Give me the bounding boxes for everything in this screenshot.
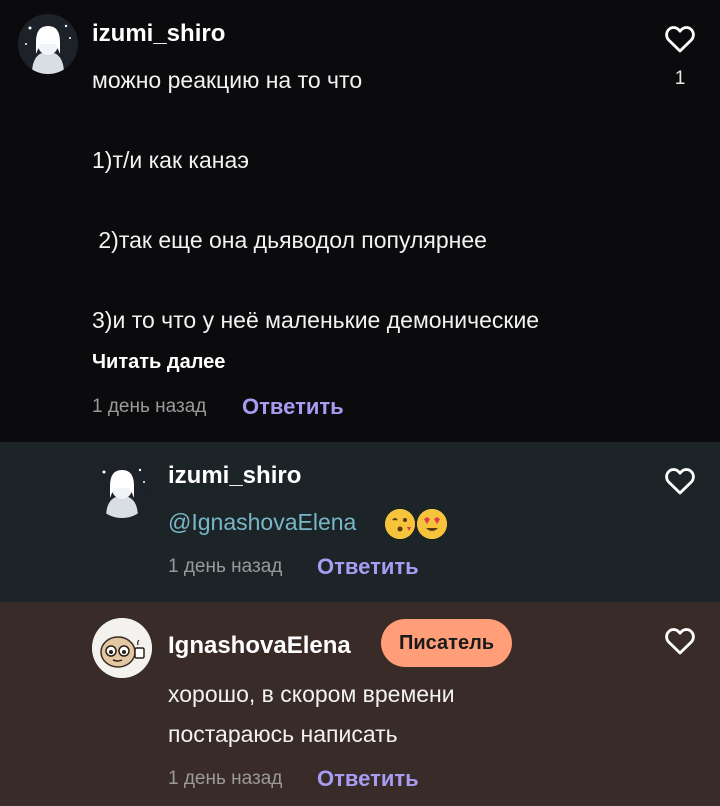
comment-3: IgnashovaElena Писатель хорошо, в скором… [0,602,720,806]
comment-text-line-5: 2)так еще она дьяводол популярнее [92,227,487,253]
username[interactable]: izumi_shiro [168,462,301,490]
kissing-heart-emoji [385,509,415,539]
heart-outline-icon[interactable] [663,22,697,56]
comment-text-line-1: хорошо, в скором времени [168,681,455,707]
username[interactable]: IgnashovaElena [168,632,351,660]
writer-badge: Писатель [381,619,513,667]
timestamp: 1 день назад [92,396,207,417]
heart-eyes-emoji [417,509,447,539]
timestamp: 1 день назад [168,768,283,789]
comment-text-line-1: можно реакцию на то что [92,67,363,93]
read-more-link[interactable]: Читать далее [92,351,225,374]
mention-link[interactable]: @IgnashovaElena [168,502,356,542]
reply-button[interactable]: Ответить [317,766,419,792]
comment-text-line-3: 1)т/и как канаэ [92,147,250,173]
username[interactable]: izumi_shiro [92,20,225,48]
avatar[interactable] [18,14,78,74]
heart-outline-icon[interactable] [663,464,697,498]
comment-text-line-7: 3)и то что у неё маленькие демонические [92,307,540,333]
avatar[interactable] [92,618,152,678]
comment-text-line-2: постараюсь написать [168,721,398,747]
avatar[interactable] [92,458,152,518]
timestamp: 1 день назад [168,556,283,577]
comment-1: izumi_shiro 1 можно реакцию на то что 1)… [0,0,720,442]
heart-outline-icon[interactable] [663,624,697,658]
comment-2: izumi_shiro @IgnashovaElena 1 день назад… [0,442,720,602]
reply-button[interactable]: Ответить [317,554,419,580]
like-count: 1 [674,68,686,89]
reply-button[interactable]: Ответить [242,394,344,420]
